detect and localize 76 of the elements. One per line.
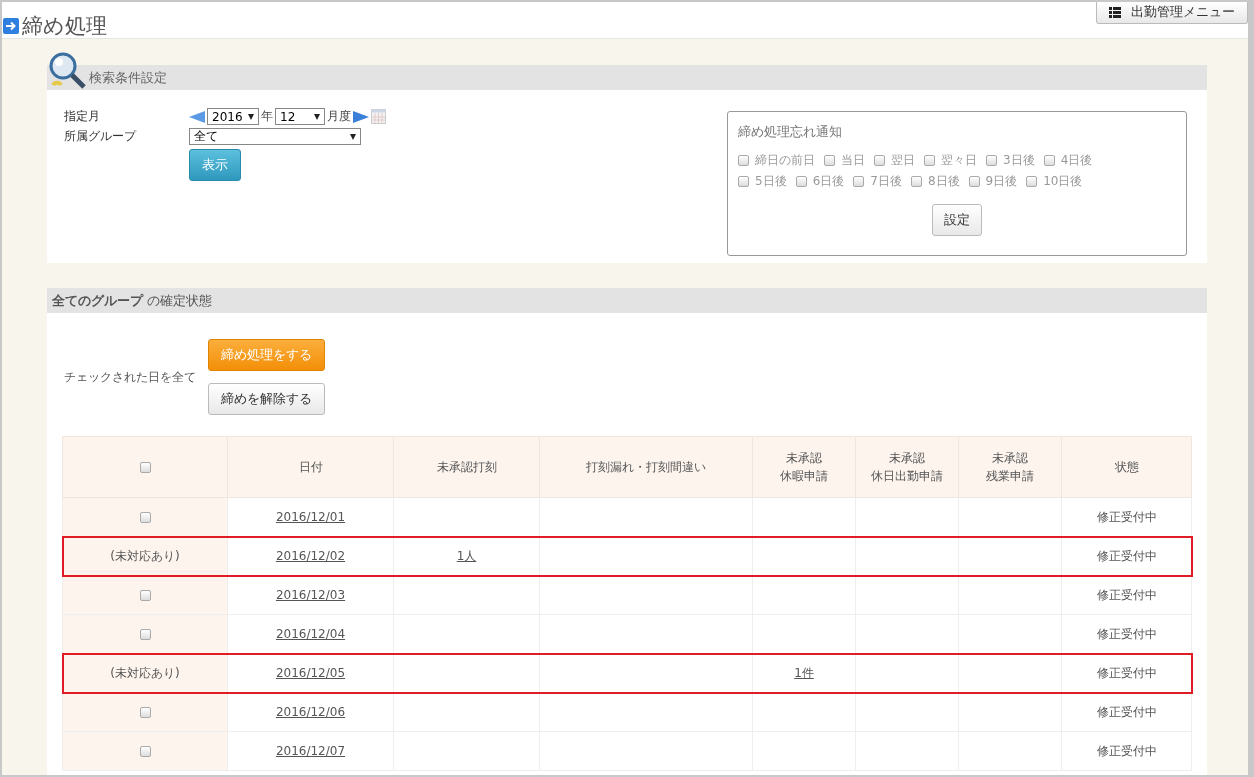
checkbox[interactable] [853,176,865,187]
column-header: 未承認打刻 [435,459,498,476]
row-checkbox[interactable] [139,707,151,718]
checkbox[interactable] [795,176,807,187]
option-label: 3日後 [1003,152,1035,169]
checkbox[interactable] [738,176,749,187]
checkbox[interactable] [738,155,749,166]
status-text: 修正受付中 [1096,704,1157,719]
unit-label: 月度 [327,108,351,125]
count-link[interactable]: 1人 [456,548,477,563]
bulk-label: チェックされた日を全て [64,368,196,386]
row-checkbox[interactable] [139,590,151,601]
menu-button[interactable]: 出勤管理メニュー [1096,2,1248,24]
column-header-overline: 未承認 [785,450,823,467]
option-label: 8日後 [927,173,960,190]
column-header: 状態 [1113,459,1140,476]
option-label: 7日後 [870,173,902,190]
status-text: 修正受付中 [1096,587,1157,602]
status-text: 修正受付中 [1096,665,1157,680]
next-icon[interactable] [353,109,369,124]
set-button[interactable]: 設定 [932,204,982,236]
date-link[interactable]: 2016/12/05 [275,666,346,680]
status-text: 修正受付中 [1096,743,1157,758]
pending-label: (未対応あり) [110,548,180,563]
column-header: 打刻漏れ・打刻間違い [585,459,707,476]
column-header: 残業申請 [985,468,1035,485]
status-text: 修正受付中 [1096,626,1157,641]
previous-icon[interactable] [189,109,205,124]
page-title: 締め処理 [22,13,107,40]
notice-title: 締め処理忘れ通知 [738,123,843,141]
checkbox[interactable] [1026,176,1038,187]
column-header-overline: 未承認 [888,450,926,467]
row-checkbox[interactable] [139,746,151,757]
column-header: 日付 [297,459,324,476]
unit-label: 年 [261,108,273,125]
column-header: 休日出勤申請 [870,468,944,485]
field-label: 指定月 [64,108,101,125]
option-label: 締日の前日 [755,152,815,169]
checkbox[interactable] [874,155,885,166]
checkbox[interactable] [824,155,835,166]
column-header: 休暇申請 [779,468,829,485]
date-link[interactable]: 2016/12/04 [275,627,346,641]
row-checkbox[interactable] [139,629,151,640]
checkbox[interactable] [924,155,935,166]
column-header-overline: 未承認 [991,450,1029,467]
select-all-checkbox[interactable] [139,462,151,473]
group-select[interactable]: 全て [189,128,361,145]
option-label: 9日後 [985,173,1018,190]
date-link[interactable]: 2016/12/01 [275,510,346,524]
field-label: 所属グループ [64,128,138,145]
section-title: 検索条件設定 [89,68,167,87]
checkbox[interactable] [1043,155,1055,166]
year-select[interactable]: 2016 [207,108,259,125]
status-text: 修正受付中 [1096,548,1157,563]
checkbox[interactable] [910,176,922,187]
option-label: 10日後 [1043,173,1083,190]
option-label: 6日後 [812,173,845,190]
option-label: 4日後 [1060,152,1093,169]
month-select[interactable]: 12 [275,108,325,125]
section-title: 全てのグループ の確定状態 [52,291,213,310]
date-link[interactable]: 2016/12/06 [275,705,346,719]
checkbox[interactable] [986,155,997,166]
checkbox[interactable] [968,176,980,187]
option-label: 翌日 [891,152,915,169]
date-link[interactable]: 2016/12/07 [275,744,346,758]
option-label: 5日後 [755,173,787,190]
option-label: 当日 [841,152,865,169]
list-icon [1109,6,1121,18]
status-text: 修正受付中 [1096,509,1157,524]
pending-label: (未対応あり) [110,665,180,680]
date-link[interactable]: 2016/12/03 [275,588,346,602]
option-label: 翌々日 [941,152,977,169]
date-link[interactable]: 2016/12/02 [275,549,346,563]
row-checkbox[interactable] [139,512,151,523]
release-button[interactable]: 締めを解除する [208,383,325,415]
count-link[interactable]: 1件 [794,665,814,680]
